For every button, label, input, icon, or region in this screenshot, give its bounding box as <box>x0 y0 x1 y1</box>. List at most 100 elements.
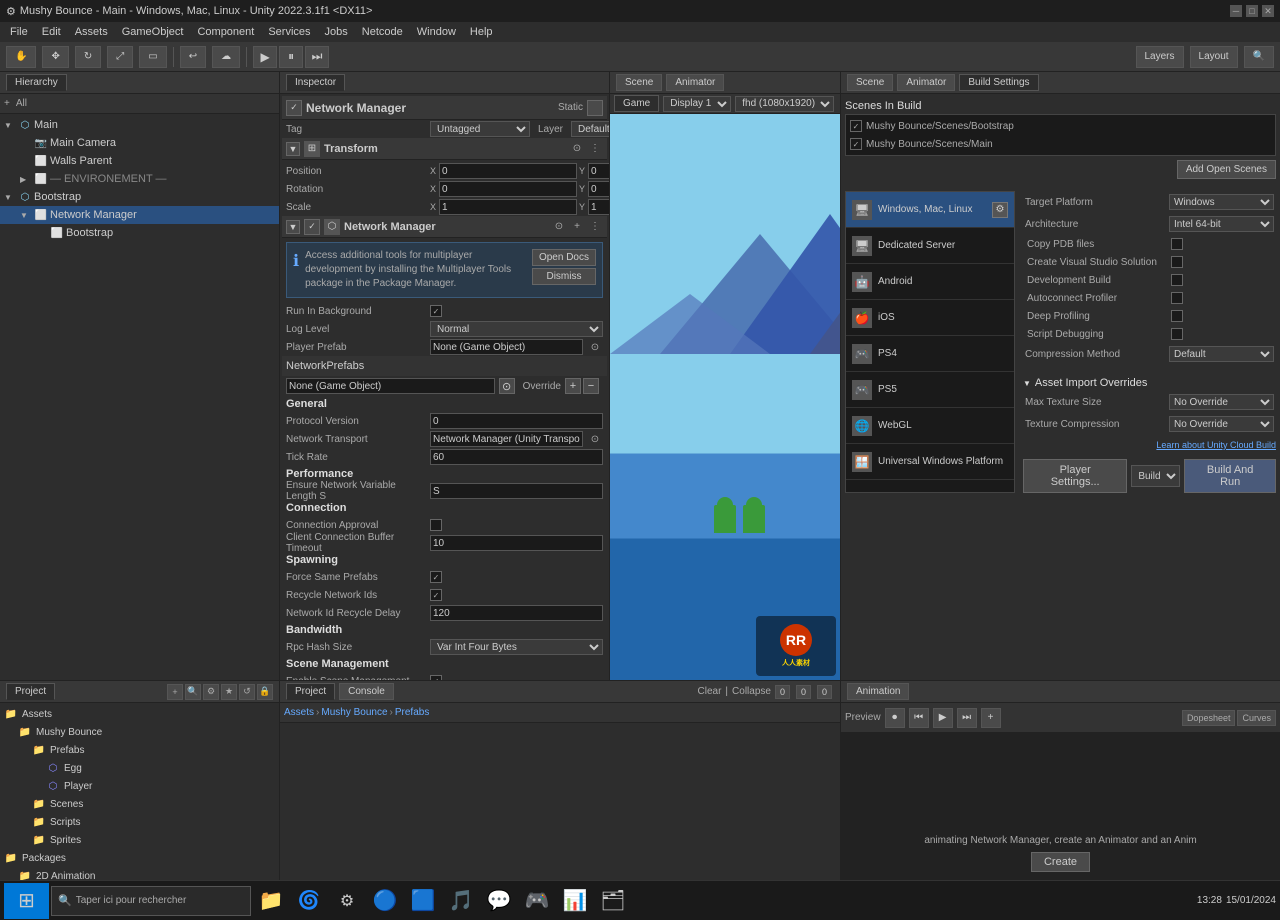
prefab-input[interactable] <box>286 378 495 394</box>
position-y-input[interactable] <box>588 163 609 179</box>
mushy-bounce-folder[interactable]: 📁 Mushy Bounce <box>2 723 277 741</box>
rpc-hash-dropdown[interactable]: Var Int Four Bytes <box>430 639 603 655</box>
console-tab[interactable]: Console <box>339 683 394 700</box>
menu-edit[interactable]: Edit <box>36 25 67 39</box>
deep-profile-checkbox[interactable] <box>1171 310 1183 322</box>
rot-y-input[interactable] <box>588 181 609 197</box>
force-same-checkbox[interactable] <box>430 571 442 583</box>
player-prefab[interactable]: ⬡ Player <box>2 777 277 795</box>
start-button[interactable]: ⊞ <box>4 883 49 919</box>
taskbar-app3[interactable]: 💬 <box>481 883 517 919</box>
player-prefab-picker-btn[interactable]: ⊙ <box>587 339 603 355</box>
copy-pdb-checkbox[interactable] <box>1171 238 1183 250</box>
redo-btn[interactable]: ☁ <box>212 46 240 68</box>
menu-window[interactable]: Window <box>411 25 462 39</box>
scene-view-tab-right[interactable]: Scene <box>847 74 893 91</box>
network-transport-picker[interactable]: ⊙ <box>587 431 603 447</box>
minimize-btn[interactable]: ─ <box>1230 5 1242 17</box>
taskbar-unity[interactable]: ⚙ <box>329 883 365 919</box>
collapse-btn[interactable]: Collapse <box>732 686 771 697</box>
add-key-btn[interactable]: + <box>981 708 1001 728</box>
layout-btn[interactable]: Layout <box>1190 46 1238 68</box>
texture-compression-dropdown[interactable]: No Override <box>1169 416 1274 432</box>
taskbar-app2[interactable]: 🎵 <box>443 883 479 919</box>
platform-uwp[interactable]: 🪟 Universal Windows Platform <box>846 444 1014 480</box>
prefab-picker-btn[interactable]: ⊙ <box>499 378 515 394</box>
scale-x-input[interactable] <box>439 199 577 215</box>
enable-scene-mgmt-checkbox[interactable] <box>430 675 442 680</box>
script-debug-checkbox[interactable] <box>1171 328 1183 340</box>
player-settings-btn[interactable]: Player Settings... <box>1023 459 1127 493</box>
animator-tab-right[interactable]: Animator <box>897 74 955 91</box>
inspector-tab[interactable]: Inspector <box>286 74 345 91</box>
project-search-btn[interactable]: 🔍 <box>185 684 201 700</box>
position-x-input[interactable] <box>439 163 577 179</box>
game-tab[interactable]: Game <box>614 95 659 112</box>
hierarchy-item-environment[interactable]: ▶ ⬜ — ENVIRONEMENT — <box>0 170 279 188</box>
platform-ps4[interactable]: 🎮 PS4 <box>846 336 1014 372</box>
prefab-remove-btn[interactable]: − <box>583 378 599 394</box>
hierarchy-tab[interactable]: Hierarchy <box>6 74 67 91</box>
rot-x-input[interactable] <box>439 181 577 197</box>
breadcrumb-mushy[interactable]: Mushy Bounce <box>321 707 387 718</box>
nm-toggle[interactable]: ▼ <box>286 220 300 234</box>
scale-tool-btn[interactable]: ⤢ <box>107 46 133 68</box>
dismiss-btn[interactable]: Dismiss <box>532 268 596 285</box>
undo-btn[interactable]: ↩ <box>180 46 206 68</box>
curves-btn[interactable]: Curves <box>1237 710 1276 726</box>
play-btn[interactable]: ▶ <box>253 46 277 68</box>
breadcrumb-prefabs[interactable]: Prefabs <box>395 707 429 718</box>
taskbar-search[interactable]: 🔍 Taper ici pour rechercher <box>51 886 251 916</box>
player-prefab-input[interactable] <box>430 339 583 355</box>
log-level-dropdown[interactable]: Normal <box>430 321 603 337</box>
transform-focus-btn[interactable]: ⊙ <box>569 141 585 157</box>
platform-settings-btn[interactable]: ⚙ <box>992 202 1008 218</box>
hierarchy-item-network-manager[interactable]: ▼ ⬜ Network Manager <box>0 206 279 224</box>
packages-root[interactable]: 📁 Packages <box>2 849 277 867</box>
taskbar-chrome[interactable]: 🔵 <box>367 883 403 919</box>
scripts-folder[interactable]: 📁 Scripts <box>2 813 277 831</box>
platform-ios[interactable]: 🍎 iOS <box>846 300 1014 336</box>
hierarchy-add-btn[interactable]: + <box>4 98 10 109</box>
scenes-folder[interactable]: 📁 Scenes <box>2 795 277 813</box>
menu-help[interactable]: Help <box>464 25 499 39</box>
recycle-ids-checkbox[interactable] <box>430 589 442 601</box>
rotate-tool-btn[interactable]: ↻ <box>75 46 101 68</box>
transform-menu-btn[interactable]: ⋮ <box>587 141 603 157</box>
client-timeout-input[interactable] <box>430 535 603 551</box>
project-favorite-btn[interactable]: ★ <box>221 684 237 700</box>
project-refresh-btn[interactable]: ↺ <box>239 684 255 700</box>
dopesheet-btn[interactable]: Dopesheet <box>1182 710 1236 726</box>
menu-assets[interactable]: Assets <box>69 25 114 39</box>
project-tab[interactable]: Project <box>6 683 55 700</box>
dev-build-checkbox[interactable] <box>1171 274 1183 286</box>
pause-btn[interactable]: ⏸ <box>279 46 303 68</box>
project-add-btn[interactable]: + <box>167 684 183 700</box>
build-target-dropdown[interactable]: Build <box>1131 465 1180 487</box>
move-tool-btn[interactable]: ✥ <box>42 46 68 68</box>
menu-file[interactable]: File <box>4 25 34 39</box>
close-btn[interactable]: ✕ <box>1262 5 1274 17</box>
menu-netcode[interactable]: Netcode <box>356 25 409 39</box>
anim-play-btn[interactable]: ▶ <box>933 708 953 728</box>
nm-focus-btn[interactable]: ⊙ <box>551 219 567 235</box>
transform-toggle[interactable]: ▼ <box>286 142 300 156</box>
scene-0-checkbox[interactable] <box>850 120 862 132</box>
add-open-scenes-btn[interactable]: Add Open Scenes <box>1177 160 1276 179</box>
animation-tab[interactable]: Animation <box>847 683 909 700</box>
taskbar-app4[interactable]: 🎮 <box>519 883 555 919</box>
nm-menu-btn[interactable]: ⋮ <box>587 219 603 235</box>
prefabs-folder[interactable]: 📁 Prefabs <box>2 741 277 759</box>
prefab-add-btn[interactable]: + <box>565 378 581 394</box>
taskbar-app5[interactable]: 📊 <box>557 883 593 919</box>
record-btn[interactable]: ⏺ <box>885 708 905 728</box>
layers-btn[interactable]: Layers <box>1136 46 1184 68</box>
inspector-content[interactable]: ✓ Network Manager Static Tag Untagged La… <box>280 94 609 680</box>
rect-tool-btn[interactable]: ▭ <box>139 46 166 68</box>
hierarchy-item-main[interactable]: ▼ ⬡ Main <box>0 116 279 134</box>
menu-component[interactable]: Component <box>191 25 260 39</box>
compression-dropdown[interactable]: Default <box>1169 346 1274 362</box>
build-settings-tab[interactable]: Build Settings <box>959 74 1038 91</box>
scene-1-checkbox[interactable] <box>850 138 862 150</box>
static-toggle[interactable] <box>587 100 603 116</box>
